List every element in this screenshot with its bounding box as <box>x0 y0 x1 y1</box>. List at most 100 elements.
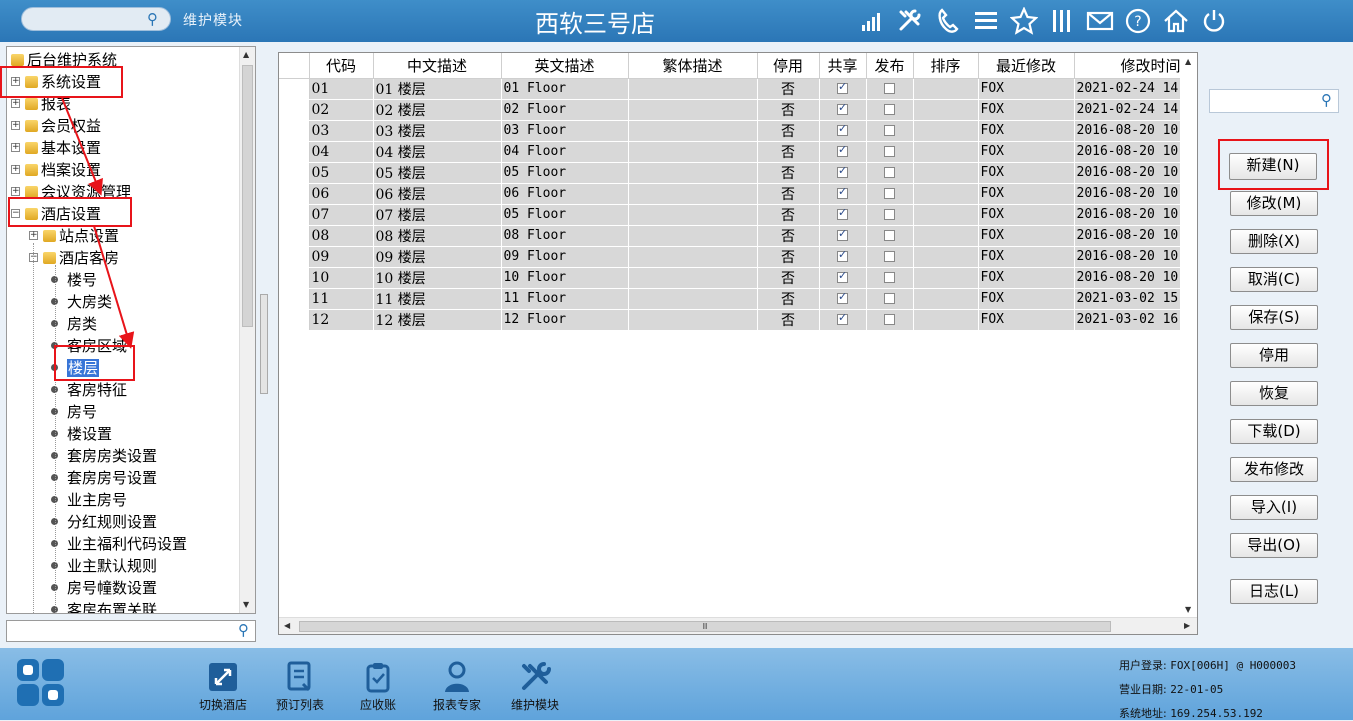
cell-tw[interactable] <box>628 225 758 247</box>
table-row[interactable]: 0202 楼层02 Floor 否 FOX2021-02-24 14 <box>279 99 1182 121</box>
cell-shared[interactable] <box>819 183 867 205</box>
cell-sort[interactable] <box>913 183 979 205</box>
cell-shared[interactable] <box>819 120 867 142</box>
tree-item[interactable]: 房号 <box>51 401 97 423</box>
export-button[interactable]: 导出(O) <box>1230 533 1318 558</box>
cell-tw[interactable] <box>628 141 758 163</box>
cell-modifier[interactable]: FOX <box>978 78 1075 100</box>
expand-icon[interactable]: + <box>11 121 20 130</box>
tree-folder[interactable]: + 站点设置 <box>29 225 119 247</box>
row-header[interactable] <box>279 204 310 226</box>
cell-published[interactable] <box>866 78 914 100</box>
shared-checkbox[interactable] <box>837 311 848 325</box>
row-header[interactable] <box>279 99 310 121</box>
cell-en[interactable]: 02 Floor <box>501 99 629 121</box>
cell-en[interactable]: 05 Floor <box>501 162 629 184</box>
restore-button[interactable]: 恢复 <box>1230 381 1318 406</box>
record-search-input[interactable]: ⚲ <box>1209 89 1339 113</box>
search-icon[interactable]: ⚲ <box>1321 91 1332 109</box>
cell-cn[interactable]: 09 楼层 <box>373 246 502 268</box>
cell-modified[interactable]: 2016-08-20 10 <box>1074 141 1182 163</box>
cell-disabled[interactable]: 否 <box>757 162 820 184</box>
cell-en[interactable]: 04 Floor <box>501 141 629 163</box>
cell-cn[interactable]: 07 楼层 <box>373 204 502 226</box>
cell-code[interactable]: 07 <box>309 204 374 226</box>
tree-scrollbar[interactable]: ▲ ▼ <box>239 47 255 613</box>
cell-modified[interactable]: 2016-08-20 10 <box>1074 120 1182 142</box>
cell-modifier[interactable]: FOX <box>978 267 1075 289</box>
scroll-left-icon[interactable]: ◀ <box>284 621 290 630</box>
table-row[interactable]: 0909 楼层09 Floor 否 FOX2016-08-20 10 <box>279 246 1182 268</box>
disable-button[interactable]: 停用 <box>1230 343 1318 368</box>
cell-code[interactable]: 05 <box>309 162 374 184</box>
cell-code[interactable]: 06 <box>309 183 374 205</box>
table-row[interactable]: 0707 楼层05 Floor 否 FOX2016-08-20 10 <box>279 204 1182 226</box>
cell-modifier[interactable]: FOX <box>978 288 1075 310</box>
cell-tw[interactable] <box>628 99 758 121</box>
cell-en[interactable]: 05 Floor <box>501 204 629 226</box>
home-icon[interactable] <box>1160 4 1192 38</box>
cell-sort[interactable] <box>913 246 979 268</box>
cell-tw[interactable] <box>628 309 758 331</box>
cell-shared[interactable] <box>819 78 867 100</box>
cell-code[interactable]: 03 <box>309 120 374 142</box>
cell-sort[interactable] <box>913 141 979 163</box>
expand-icon[interactable]: + <box>11 99 20 108</box>
cell-disabled[interactable]: 否 <box>757 246 820 268</box>
delete-button[interactable]: 删除(X) <box>1230 229 1318 254</box>
cell-published[interactable] <box>866 267 914 289</box>
cell-en[interactable]: 03 Floor <box>501 120 629 142</box>
table-row[interactable]: 1010 楼层10 Floor 否 FOX2016-08-20 10 <box>279 267 1182 289</box>
column-header[interactable]: 中文描述 <box>373 53 502 79</box>
cell-sort[interactable] <box>913 120 979 142</box>
cell-code[interactable]: 02 <box>309 99 374 121</box>
tree-item[interactable]: 套房房类设置 <box>51 445 157 467</box>
cell-sort[interactable] <box>913 162 979 184</box>
cell-disabled[interactable]: 否 <box>757 99 820 121</box>
cell-cn[interactable]: 08 楼层 <box>373 225 502 247</box>
cell-modified[interactable]: 2016-08-20 10 <box>1074 267 1182 289</box>
expand-icon[interactable]: + <box>29 231 38 240</box>
cell-modified[interactable]: 2021-02-24 14 <box>1074 78 1182 100</box>
cell-tw[interactable] <box>628 267 758 289</box>
cell-shared[interactable] <box>819 141 867 163</box>
expand-icon[interactable]: + <box>11 165 20 174</box>
cell-published[interactable] <box>866 183 914 205</box>
cell-modifier[interactable]: FOX <box>978 309 1075 331</box>
cell-code[interactable]: 12 <box>309 309 374 331</box>
cell-shared[interactable] <box>819 225 867 247</box>
column-header[interactable]: 停用 <box>757 53 820 79</box>
row-header[interactable] <box>279 162 310 184</box>
table-row[interactable]: 0101 楼层01 Floor 否 FOX2021-02-24 14 <box>279 78 1182 100</box>
cancel-button[interactable]: 取消(C) <box>1230 267 1318 292</box>
cell-shared[interactable] <box>819 99 867 121</box>
shared-checkbox[interactable] <box>837 290 848 304</box>
row-header[interactable] <box>279 225 310 247</box>
cell-published[interactable] <box>866 162 914 184</box>
row-header[interactable] <box>279 120 310 142</box>
cell-en[interactable]: 09 Floor <box>501 246 629 268</box>
expand-icon[interactable]: + <box>11 143 20 152</box>
tree-folder[interactable]: + 会员权益 <box>11 115 101 137</box>
cell-modifier[interactable]: FOX <box>978 162 1075 184</box>
power-icon[interactable] <box>1198 4 1230 38</box>
cell-sort[interactable] <box>913 78 979 100</box>
log-button[interactable]: 日志(L) <box>1230 579 1318 604</box>
cell-published[interactable] <box>866 309 914 331</box>
row-header[interactable] <box>279 288 310 310</box>
shared-checkbox[interactable] <box>837 269 848 283</box>
tree-item[interactable]: 房类 <box>51 313 97 335</box>
cell-en[interactable]: 08 Floor <box>501 225 629 247</box>
expand-icon[interactable]: + <box>11 187 20 196</box>
column-header[interactable]: 修改时间 <box>1074 53 1182 79</box>
cell-en[interactable]: 01 Floor <box>501 78 629 100</box>
published-checkbox[interactable] <box>884 104 895 115</box>
tree-item[interactable]: 客房布置关联 <box>51 599 157 613</box>
cell-shared[interactable] <box>819 162 867 184</box>
row-header[interactable] <box>279 309 310 331</box>
help-icon[interactable]: ? <box>1122 4 1154 38</box>
published-checkbox[interactable] <box>884 83 895 94</box>
cell-modifier[interactable]: FOX <box>978 99 1075 121</box>
cell-modified[interactable]: 2016-08-20 10 <box>1074 183 1182 205</box>
published-checkbox[interactable] <box>884 167 895 178</box>
